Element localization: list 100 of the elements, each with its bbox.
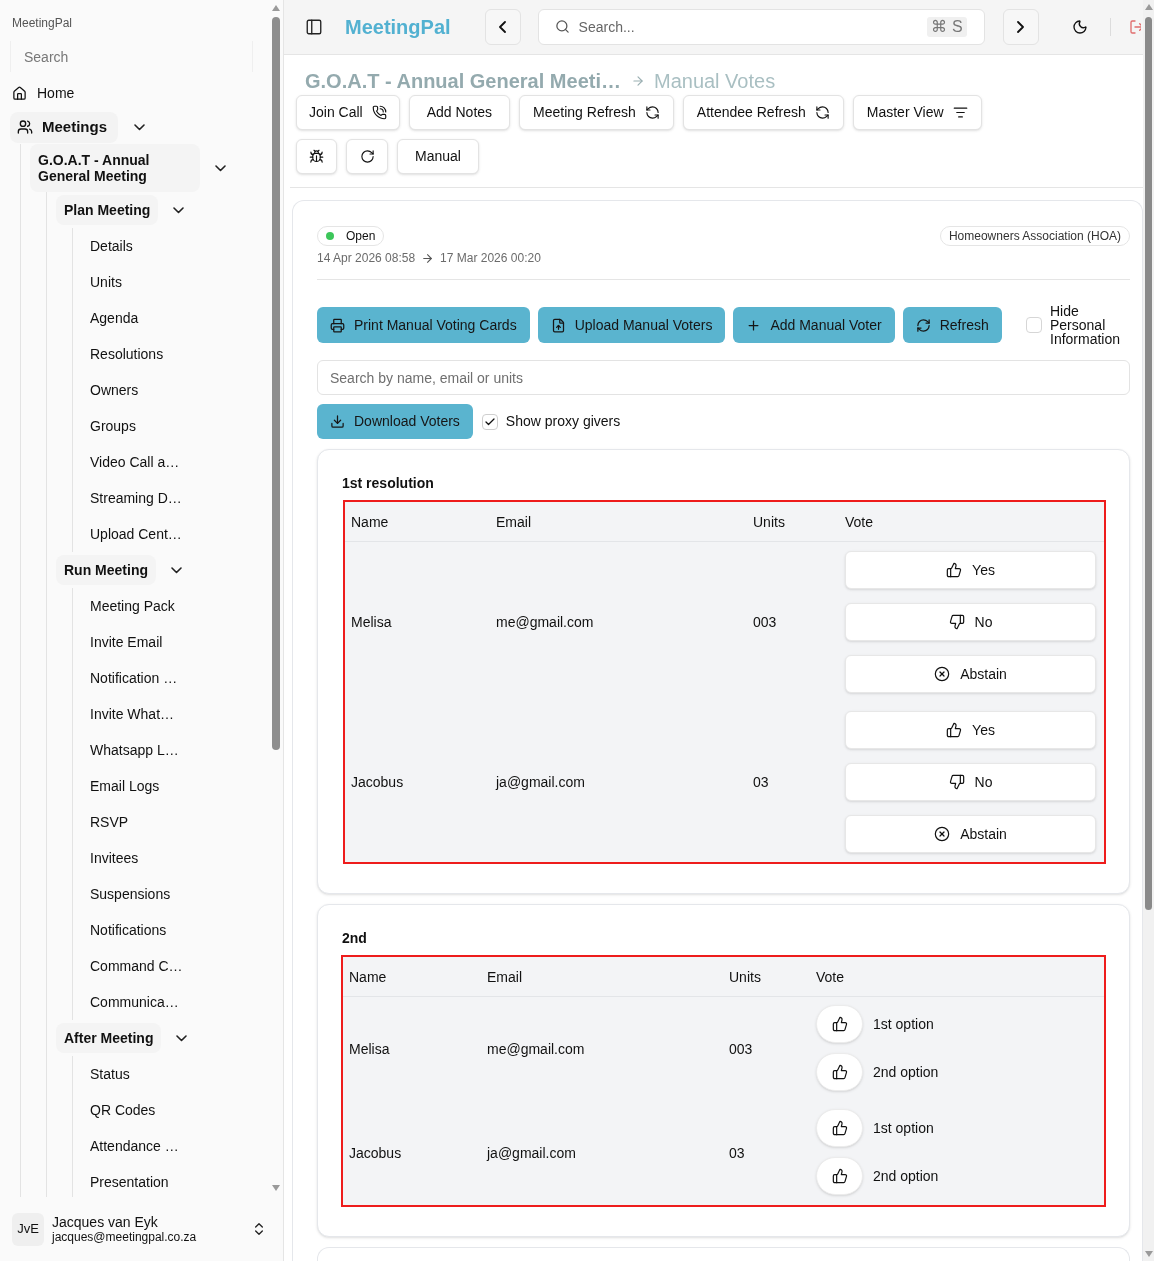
- sidebar-item[interactable]: Invitees: [90, 847, 139, 869]
- column-header: Name: [349, 968, 387, 985]
- thumbs-up-icon: [831, 1168, 848, 1184]
- like-button[interactable]: [816, 1109, 863, 1147]
- like-button[interactable]: [816, 1053, 863, 1091]
- table-cell: ja@gmail.com: [496, 774, 585, 790]
- back-button[interactable]: [484, 9, 521, 45]
- like-button[interactable]: [816, 1005, 863, 1043]
- vote-button[interactable]: Abstain: [845, 655, 1096, 693]
- sidebar-group[interactable]: Meetings: [10, 111, 118, 143]
- toolbar-button[interactable]: Add Notes: [408, 95, 511, 130]
- sidebar-item[interactable]: Upload Cent…: [90, 523, 182, 545]
- sidebar-item[interactable]: Groups: [90, 415, 136, 437]
- status-text: Open: [346, 228, 376, 245]
- sidebar-item[interactable]: Notifications: [90, 919, 167, 941]
- search-field[interactable]: Search: [10, 41, 253, 72]
- chevron-down-icon[interactable]: [173, 206, 185, 214]
- chevron-down-icon[interactable]: [134, 123, 145, 131]
- action-button[interactable]: Print Manual Voting Cards: [317, 307, 530, 343]
- sidebar-item[interactable]: Notification …: [90, 667, 178, 689]
- vote-button[interactable]: No: [845, 763, 1096, 801]
- scrollbar-thumb[interactable]: [1145, 17, 1152, 910]
- sidebar-item[interactable]: Presentation: [90, 1171, 169, 1193]
- sidebar-item[interactable]: Email Logs: [90, 775, 160, 797]
- like-button[interactable]: [816, 1157, 863, 1195]
- toolbar-button[interactable]: Attendee Refresh: [682, 95, 844, 130]
- column-header: Units: [753, 513, 785, 530]
- toolbar-button[interactable]: Manual: [397, 139, 479, 174]
- option-label: 2nd option: [873, 1062, 939, 1082]
- chevron-down-icon[interactable]: [171, 566, 182, 574]
- column-header: Units: [729, 968, 761, 985]
- checkbox-label[interactable]: Show proxy givers: [505, 411, 621, 432]
- action-button[interactable]: Add Manual Voter: [733, 307, 895, 343]
- sidebar-item[interactable]: Resolutions: [90, 343, 164, 365]
- toolbar-button[interactable]: Master View: [852, 95, 982, 130]
- vote-button[interactable]: Yes: [845, 711, 1096, 749]
- table-cell: Jacobus: [351, 774, 404, 790]
- app-name: MeetingPal: [11, 15, 74, 30]
- thumbs-down-icon: [948, 614, 965, 630]
- sidebar-item[interactable]: Invite Email: [90, 631, 163, 653]
- reload-button[interactable]: [346, 139, 388, 174]
- sidebar-item[interactable]: Status: [90, 1063, 130, 1085]
- avatar: JvE: [12, 1212, 44, 1246]
- sidebar-item[interactable]: Owners: [90, 379, 139, 401]
- download-button[interactable]: Download Voters: [317, 404, 473, 439]
- sidebar-item[interactable]: Invite What…: [90, 703, 175, 725]
- vote-button[interactable]: Yes: [845, 551, 1096, 589]
- search-field[interactable]: Search by name, email or units: [317, 360, 1130, 395]
- reload-icon: [359, 149, 375, 164]
- chevron-right-icon: [1017, 21, 1025, 33]
- toolbar-button[interactable]: Join Call: [296, 95, 400, 130]
- sidebar-group[interactable]: Plan Meeting: [56, 195, 159, 225]
- checkbox[interactable]: [481, 413, 498, 430]
- table-cell: 03: [753, 774, 769, 790]
- sidebar-item[interactable]: Suspensions: [90, 883, 171, 905]
- sidebar-item[interactable]: Whatsapp L…: [90, 739, 179, 761]
- sidebar-item[interactable]: RSVP: [90, 811, 129, 833]
- sidebar-item[interactable]: Command C…: [90, 955, 183, 977]
- chevron-left-icon: [499, 21, 507, 33]
- forward-button[interactable]: [1002, 9, 1039, 45]
- sidebar-item[interactable]: Video Call a…: [90, 451, 180, 473]
- sidebar-group[interactable]: Run Meeting: [56, 555, 156, 585]
- action-button[interactable]: Upload Manual Voters: [537, 307, 726, 343]
- home-icon: [12, 85, 27, 101]
- refresh-icon: [915, 317, 931, 333]
- scroll-down-icon[interactable]: [271, 1185, 280, 1191]
- sidebar-group[interactable]: G.O.A.T - Annual General Meeting: [30, 144, 200, 192]
- checkbox[interactable]: [1026, 317, 1042, 333]
- sidebar-item[interactable]: Details: [90, 235, 133, 257]
- column-header: Email: [487, 968, 522, 985]
- column-header: Name: [351, 513, 389, 530]
- sidebar-item[interactable]: Agenda: [90, 307, 139, 329]
- sidebar-item[interactable]: Home: [10, 76, 75, 110]
- vote-button[interactable]: Abstain: [845, 815, 1096, 853]
- sidebar-item[interactable]: Meeting Pack: [90, 595, 175, 617]
- sidebar-item[interactable]: Communica…: [90, 991, 179, 1013]
- table-cell: Melisa: [349, 1041, 390, 1057]
- logout-icon[interactable]: [1128, 19, 1141, 35]
- chevron-down-icon[interactable]: [215, 164, 226, 172]
- scroll-up-icon[interactable]: [271, 5, 280, 11]
- thumbs-up-icon: [831, 1120, 848, 1136]
- checkbox-label[interactable]: Hide Personal Information: [1050, 304, 1130, 346]
- chevron-down-icon[interactable]: [176, 1034, 188, 1042]
- table-cell: Jacobus: [349, 1145, 402, 1161]
- action-button[interactable]: Refresh: [902, 307, 1002, 343]
- sidebar-toggle-icon[interactable]: [305, 18, 323, 36]
- scrollbar-thumb[interactable]: [271, 17, 280, 750]
- toolbar-button[interactable]: Meeting Refresh: [519, 95, 674, 130]
- thumbs-up-icon: [946, 722, 963, 738]
- moon-icon[interactable]: [1071, 19, 1088, 35]
- vote-button[interactable]: No: [845, 603, 1096, 641]
- search-icon: [554, 19, 570, 34]
- table-cell: 003: [753, 614, 777, 630]
- sidebar-item[interactable]: Units: [90, 271, 122, 293]
- debug-button[interactable]: [296, 139, 337, 174]
- sidebar-item[interactable]: QR Codes: [90, 1099, 156, 1121]
- sidebar-group[interactable]: After Meeting: [56, 1023, 162, 1053]
- sidebar-item[interactable]: Streaming D…: [90, 487, 182, 509]
- table-cell: me@gmail.com: [496, 614, 594, 630]
- sidebar-item[interactable]: Attendance …: [90, 1135, 179, 1157]
